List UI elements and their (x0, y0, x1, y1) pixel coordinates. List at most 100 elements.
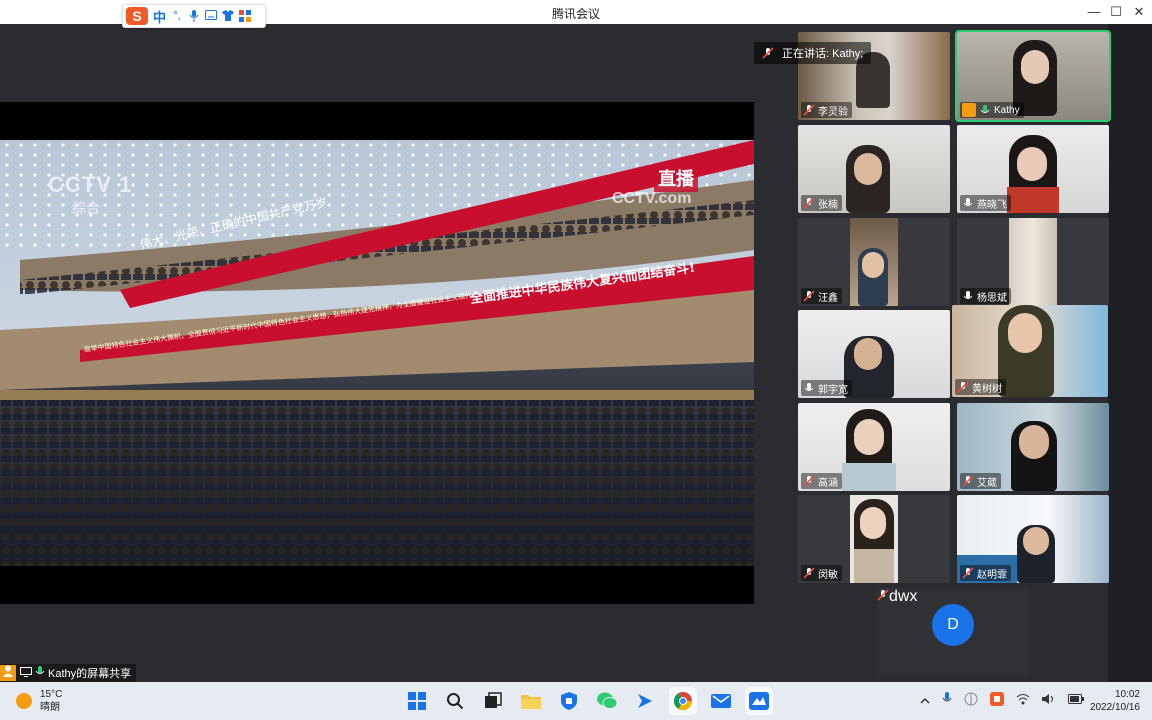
clothing (842, 463, 896, 491)
participant-name: 李灵验 (818, 106, 848, 118)
participant-name: 杨思斌 (977, 292, 1007, 304)
wechat-icon[interactable] (593, 687, 621, 715)
security-shield-icon[interactable] (555, 687, 583, 715)
toolbox-icon[interactable] (239, 10, 252, 22)
mic-muted-icon (803, 197, 815, 209)
participant-name-tag: 汪鑫 (801, 288, 842, 304)
task-view-icon[interactable] (479, 687, 507, 715)
taskbar-apps (403, 687, 773, 715)
keyboard-icon[interactable] (205, 10, 218, 22)
user-avatar-icon (0, 665, 16, 681)
participant-tile-active[interactable]: Kathy (955, 30, 1111, 122)
participant-name: dwx (889, 588, 918, 605)
face (854, 419, 884, 455)
sun-icon (16, 693, 32, 709)
avatar: D (932, 604, 974, 646)
participant-tile[interactable]: 黄树树 (952, 305, 1108, 397)
participant-name: Kathy (994, 104, 1020, 116)
face (854, 338, 882, 370)
participant-tile[interactable]: 闵敏 (798, 495, 950, 583)
face (1021, 50, 1049, 84)
speaking-indicator: 正在讲话: Kathy; (754, 42, 872, 64)
gallery-scrollbar[interactable] (1108, 24, 1152, 682)
mic-on-icon (804, 383, 814, 391)
wifi-icon[interactable] (1016, 693, 1030, 708)
mic-on-icon (963, 291, 973, 299)
weather-widget[interactable]: 15°C 晴朗 (16, 688, 62, 714)
clock-time: 10:02 (1114, 689, 1140, 700)
participant-name-tag: 李灵验 (801, 102, 852, 118)
tencent-meeting-icon[interactable] (745, 687, 773, 715)
clothing (854, 549, 894, 583)
volume-icon[interactable] (1042, 693, 1056, 708)
mic-muted-icon (803, 104, 815, 116)
live-badge: 直播 (654, 164, 698, 192)
participant-name: 郭宇宽 (818, 384, 848, 396)
participant-tile[interactable]: 高涵 (798, 403, 950, 491)
participant-name-tag: 赵明霏 (960, 565, 1011, 581)
participant-name: 闵敏 (818, 569, 838, 581)
ime-toolbar[interactable]: S 中 °, (122, 4, 266, 28)
participant-tile[interactable]: 赵明霏 (957, 495, 1109, 583)
face (862, 252, 884, 278)
participant-tile[interactable]: 艾葳 (957, 403, 1109, 491)
weather-description: 晴朗 (40, 702, 60, 713)
minimize-button[interactable]: — (1084, 3, 1104, 21)
participant-gallery[interactable]: 李灵验 Kathy 正在讲话: Kathy; 张楠 燕晓飞 汪鑫 杨思斌 郭宇宽… (754, 24, 1152, 682)
participant-tile[interactable]: D dwx (877, 588, 1029, 676)
microphone-icon (35, 666, 45, 680)
screen-share-indicator[interactable]: Kathy的屏幕共享 (0, 664, 136, 682)
mic-muted-icon (803, 290, 815, 302)
screen-share-area[interactable]: CCTV 1 综合 直播 CCTV.com 伟大、光荣、正确的中国共产党万岁 全… (0, 24, 754, 682)
taskbar: 15°C 晴朗 10:02 2022/10/16 (0, 682, 1152, 720)
ime-tray-icon[interactable] (964, 692, 978, 709)
cctv-logo: CCTV 1 (48, 172, 133, 197)
participant-tile[interactable]: 杨思斌 (957, 218, 1109, 306)
participant-name-tag: 张楠 (801, 195, 842, 211)
face (1019, 425, 1049, 459)
battery-icon[interactable] (1068, 694, 1084, 707)
ime-mode-toggle[interactable]: 中 (153, 7, 166, 26)
participant-name-tag: 杨思斌 (960, 288, 1011, 304)
chevron-up-icon[interactable] (920, 695, 930, 707)
mic-muted-icon (962, 567, 974, 579)
participant-tile[interactable]: 燕晓飞 (957, 125, 1109, 213)
mic-muted-icon (962, 475, 974, 487)
skin-icon[interactable] (222, 10, 235, 22)
punctuation-icon[interactable]: °, (171, 10, 183, 22)
channel-name: 综合 (72, 200, 100, 216)
file-explorer-icon[interactable] (517, 687, 545, 715)
participant-name: 赵明霏 (977, 569, 1007, 581)
chrome-icon[interactable] (669, 687, 697, 715)
participant-name-tag: Kathy (960, 102, 1024, 118)
host-badge-icon (962, 103, 976, 117)
microphone-icon[interactable] (942, 692, 952, 709)
participant-name: 高涵 (818, 477, 838, 489)
face (1017, 147, 1047, 181)
search-icon[interactable] (441, 687, 469, 715)
participant-name-tag: 郭宇宽 (801, 380, 852, 396)
sogou-logo-icon[interactable]: S (126, 7, 148, 25)
sharer-label: Kathy的屏幕共享 (48, 668, 132, 680)
feishu-icon[interactable] (631, 687, 659, 715)
mail-icon[interactable] (707, 687, 735, 715)
participant-name: 黄树树 (972, 383, 1002, 395)
participant-tile[interactable]: 汪鑫 (798, 218, 950, 306)
weather-temperature: 15°C (40, 689, 63, 700)
mic-muted-icon (762, 47, 774, 59)
windows-start-icon[interactable] (403, 687, 431, 715)
mic-on-icon (963, 198, 973, 206)
close-button[interactable]: ✕ (1129, 3, 1149, 21)
participant-name: 燕晓飞 (977, 199, 1007, 211)
participant-tile[interactable]: 郭宇宽 (798, 310, 950, 398)
participant-name-tag: 黄树树 (955, 379, 1006, 395)
microphone-icon[interactable] (188, 10, 200, 22)
mic-on-icon (980, 105, 990, 113)
participant-name-tag: 闵敏 (801, 565, 842, 581)
system-clock[interactable]: 10:02 2022/10/16 (1090, 688, 1140, 714)
participant-tile[interactable]: 张楠 (798, 125, 950, 213)
face (1023, 527, 1049, 555)
maximize-button[interactable]: ☐ (1106, 3, 1126, 21)
sogou-tray-icon[interactable] (990, 692, 1004, 709)
participant-name: 汪鑫 (818, 292, 838, 304)
